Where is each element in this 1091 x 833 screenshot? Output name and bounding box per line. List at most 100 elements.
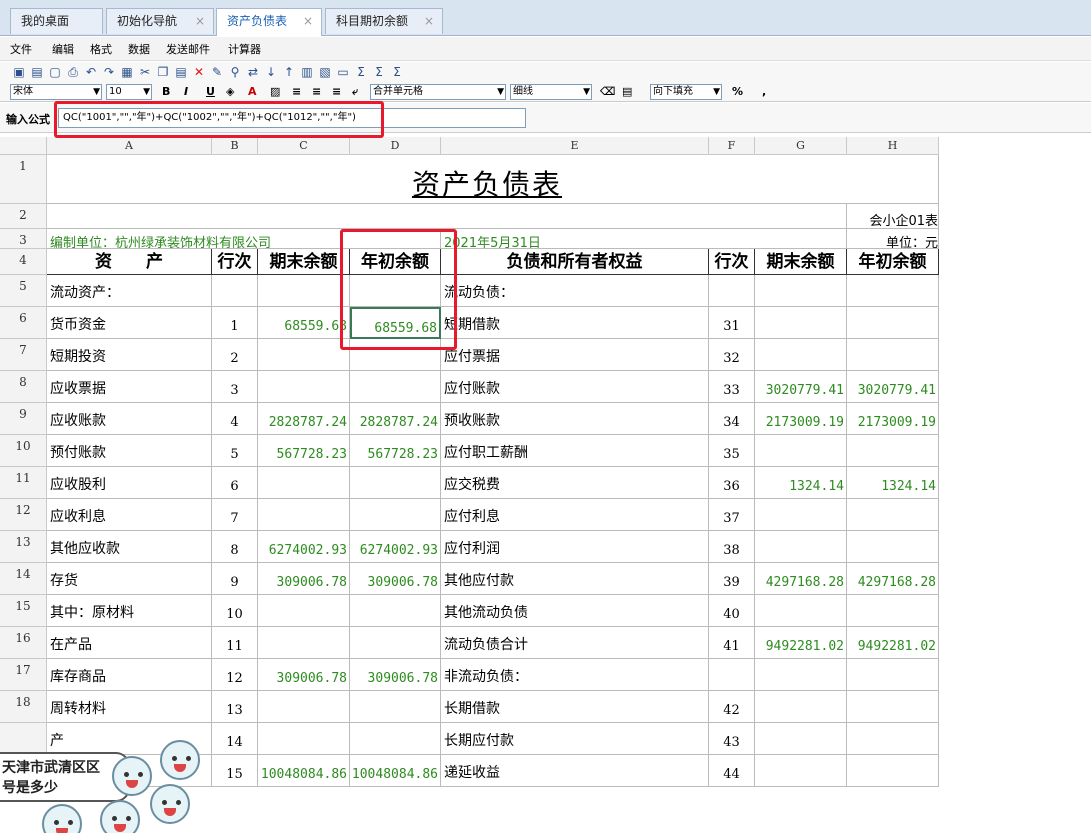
table-cell[interactable]: 32: [709, 339, 755, 371]
eraser-icon[interactable]: ⌫: [600, 85, 616, 98]
sum-col-icon[interactable]: Σ: [390, 66, 404, 79]
table-cell[interactable]: 12: [212, 659, 258, 691]
font-select[interactable]: 宋体 ▼: [10, 84, 102, 100]
table-cell[interactable]: 应付职工薪酬: [441, 435, 709, 467]
table-cell[interactable]: [847, 499, 939, 531]
table-cell[interactable]: 流动资产：: [47, 275, 212, 307]
table-cell[interactable]: [847, 275, 939, 307]
column-header[interactable]: D: [350, 137, 441, 155]
column-header[interactable]: E: [441, 137, 709, 155]
row-header[interactable]: 4: [0, 249, 47, 275]
table-cell[interactable]: [350, 371, 441, 403]
table-cell[interactable]: [847, 307, 939, 339]
table-cell[interactable]: 在产品: [47, 627, 212, 659]
table-cell[interactable]: [847, 723, 939, 755]
close-icon[interactable]: ×: [424, 9, 434, 33]
row-header[interactable]: 14: [0, 563, 47, 595]
table-cell[interactable]: 9492281.02: [847, 627, 939, 659]
table-cell[interactable]: [755, 499, 847, 531]
table-cell[interactable]: 6: [212, 467, 258, 499]
table-cell[interactable]: 309006.78: [350, 659, 441, 691]
close-icon[interactable]: ×: [303, 9, 313, 33]
format-painter-icon[interactable]: ▤: [622, 85, 632, 98]
column-title[interactable]: 年初余额: [847, 249, 939, 275]
table-cell[interactable]: [755, 275, 847, 307]
tab-balance-sheet[interactable]: 资产负债表 ×: [216, 8, 322, 36]
table-cell[interactable]: 44: [709, 755, 755, 787]
sort-desc-icon[interactable]: ↑: [282, 66, 296, 79]
table-cell[interactable]: [350, 723, 441, 755]
table-cell[interactable]: [258, 339, 350, 371]
tab-init-nav[interactable]: 初始化导航 ×: [106, 8, 214, 34]
row-header[interactable]: 8: [0, 371, 47, 403]
column-title[interactable]: 期末余额: [755, 249, 847, 275]
date-cell[interactable]: 2021年5月31日: [441, 229, 847, 249]
table-cell[interactable]: [847, 755, 939, 787]
align-left-icon[interactable]: ≡: [292, 85, 301, 98]
row-header[interactable]: 2: [0, 204, 47, 229]
table-cell[interactable]: 应收利息: [47, 499, 212, 531]
table-cell[interactable]: 13: [212, 691, 258, 723]
table-cell[interactable]: 309006.78: [258, 563, 350, 595]
table-cell[interactable]: 39: [709, 563, 755, 595]
table-cell[interactable]: 周转材料: [47, 691, 212, 723]
table-cell[interactable]: 36: [709, 467, 755, 499]
table-cell[interactable]: 短期投资: [47, 339, 212, 371]
bold-button[interactable]: B: [162, 85, 170, 98]
table-cell[interactable]: 3020779.41: [847, 371, 939, 403]
border-select[interactable]: 细线 ▼: [510, 84, 592, 100]
paste-icon[interactable]: ▤: [174, 66, 188, 79]
table-cell[interactable]: 5: [212, 435, 258, 467]
brush-icon[interactable]: ✎: [210, 66, 224, 79]
column-title[interactable]: 资 产: [47, 249, 212, 275]
table-cell[interactable]: [847, 531, 939, 563]
table-cell[interactable]: [847, 595, 939, 627]
table-cell[interactable]: 其他应付款: [441, 563, 709, 595]
table-cell[interactable]: 应付利息: [441, 499, 709, 531]
table-cell[interactable]: [258, 467, 350, 499]
column-header[interactable]: B: [212, 137, 258, 155]
row-header[interactable]: 18: [0, 691, 47, 723]
table-cell[interactable]: 存货: [47, 563, 212, 595]
table-cell[interactable]: 货币资金: [47, 307, 212, 339]
print-icon[interactable]: ⎙: [66, 66, 80, 79]
column-title[interactable]: 年初余额: [350, 249, 441, 275]
column-title[interactable]: 行次: [212, 249, 258, 275]
cut-icon[interactable]: ✂: [138, 66, 152, 79]
row-header[interactable]: 10: [0, 435, 47, 467]
column-header[interactable]: F: [709, 137, 755, 155]
comma-button[interactable]: ,: [762, 85, 766, 98]
table-cell[interactable]: [258, 275, 350, 307]
table-cell[interactable]: 应付票据: [441, 339, 709, 371]
row-header[interactable]: 16: [0, 627, 47, 659]
table-cell[interactable]: 3020779.41: [755, 371, 847, 403]
table-cell[interactable]: [755, 691, 847, 723]
save-as-icon[interactable]: ▤: [30, 66, 44, 79]
formula-input[interactable]: QC("1001","","年")+QC("1002","","年")+QC("…: [58, 108, 526, 128]
table-cell[interactable]: 其他应收款: [47, 531, 212, 563]
find-icon[interactable]: ⚲: [228, 66, 242, 79]
tab-opening-balance[interactable]: 科目期初余额 ×: [325, 8, 443, 34]
table-cell[interactable]: 流动负债：: [441, 275, 709, 307]
menu-calculator[interactable]: 计算器: [228, 41, 261, 57]
row-header[interactable]: 12: [0, 499, 47, 531]
table-cell[interactable]: [350, 691, 441, 723]
table-cell[interactable]: 6274002.93: [258, 531, 350, 563]
table-cell[interactable]: 35: [709, 435, 755, 467]
table-cell[interactable]: 预付账款: [47, 435, 212, 467]
table-cell[interactable]: [350, 499, 441, 531]
column-title[interactable]: 期末余额: [258, 249, 350, 275]
table-cell[interactable]: 1324.14: [755, 467, 847, 499]
sum-row-icon[interactable]: Σ: [372, 66, 386, 79]
close-icon[interactable]: ×: [195, 9, 205, 33]
table-cell[interactable]: 10048084.86: [258, 755, 350, 787]
table-cell[interactable]: 9: [212, 563, 258, 595]
tab-desktop[interactable]: 我的桌面: [10, 8, 103, 34]
table-cell[interactable]: [755, 723, 847, 755]
image-icon[interactable]: ▧: [318, 66, 332, 79]
row-header[interactable]: 15: [0, 595, 47, 627]
replace-icon[interactable]: ⇄: [246, 66, 260, 79]
table-cell[interactable]: 应付利润: [441, 531, 709, 563]
row-header[interactable]: 11: [0, 467, 47, 499]
table-cell[interactable]: 应付账款: [441, 371, 709, 403]
